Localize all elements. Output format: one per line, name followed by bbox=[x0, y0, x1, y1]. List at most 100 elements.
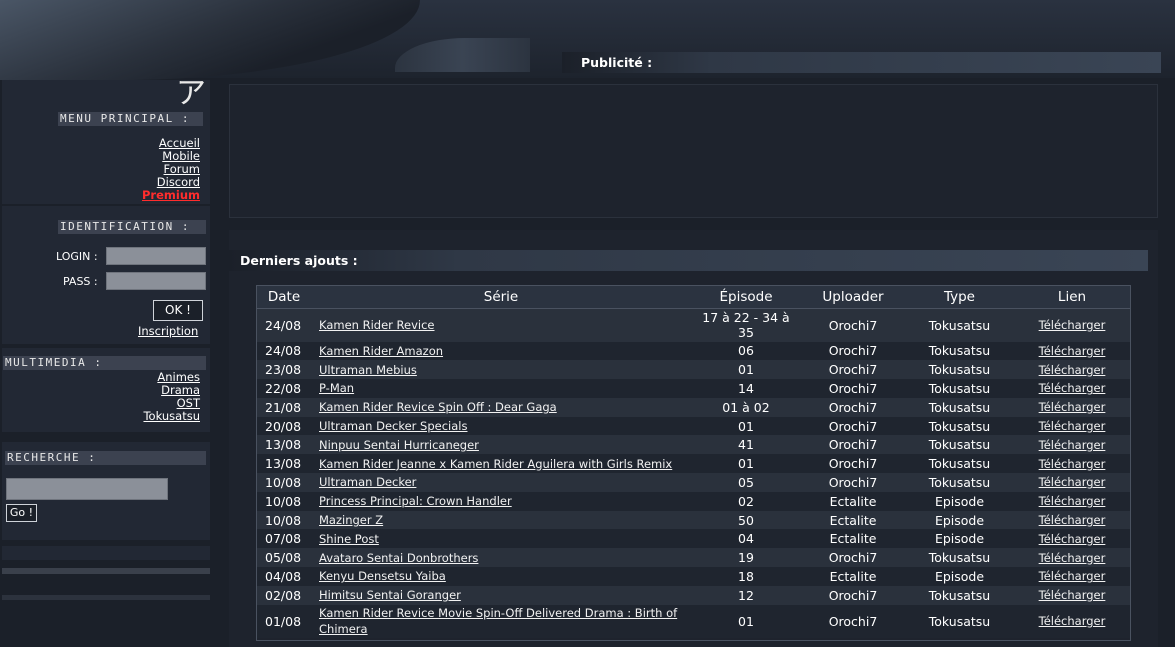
download-link[interactable]: Télécharger bbox=[1039, 363, 1106, 377]
serie-link[interactable]: Kamen Rider Revice Spin Off : Dear Gaga bbox=[319, 400, 557, 414]
cell-date: 10/08 bbox=[257, 473, 311, 492]
cell-serie: Ultraman Mebius bbox=[311, 360, 691, 380]
serie-link[interactable]: Kamen Rider Jeanne x Kamen Rider Aguiler… bbox=[319, 457, 672, 471]
cell-date: 02/08 bbox=[257, 585, 311, 605]
download-link[interactable]: Télécharger bbox=[1039, 419, 1106, 433]
cell-type: Tokusatsu bbox=[905, 454, 1014, 474]
cell-episode: 06 bbox=[691, 341, 801, 361]
cell-type: Tokusatsu bbox=[905, 585, 1014, 605]
download-link[interactable]: Télécharger bbox=[1039, 551, 1106, 565]
serie-link[interactable]: Ultraman Decker Specials bbox=[319, 419, 467, 433]
download-link[interactable]: Télécharger bbox=[1039, 438, 1106, 452]
cell-episode: 01 bbox=[691, 360, 801, 380]
cell-serie: Mazinger Z bbox=[311, 510, 691, 530]
download-link[interactable]: Télécharger bbox=[1039, 381, 1106, 395]
cell-lien: Télécharger bbox=[1014, 548, 1130, 568]
ok-button[interactable]: OK ! bbox=[153, 300, 203, 321]
search-input[interactable] bbox=[6, 478, 168, 500]
login-title: IDENTIFICATION : bbox=[58, 220, 206, 234]
cell-date: 04/08 bbox=[257, 567, 311, 586]
download-link[interactable]: Télécharger bbox=[1039, 588, 1106, 602]
col-header-episode: Épisode bbox=[691, 286, 801, 309]
cell-uploader: Orochi7 bbox=[801, 585, 905, 605]
download-link[interactable]: Télécharger bbox=[1039, 344, 1106, 358]
latest-additions-table: Date Série Épisode Uploader Type Lien 24… bbox=[256, 285, 1131, 641]
cell-lien: Télécharger bbox=[1014, 360, 1130, 380]
cell-lien: Télécharger bbox=[1014, 473, 1130, 492]
cell-serie: Kamen Rider Jeanne x Kamen Rider Aguiler… bbox=[311, 454, 691, 474]
cell-type: Episode bbox=[905, 510, 1014, 530]
serie-link[interactable]: Princess Principal: Crown Handler bbox=[319, 494, 512, 508]
serie-link[interactable]: Kamen Rider Revice bbox=[319, 318, 435, 332]
cell-type: Tokusatsu bbox=[905, 308, 1014, 342]
cell-uploader: Orochi7 bbox=[801, 604, 905, 638]
serie-link[interactable]: Kamen Rider Amazon bbox=[319, 344, 443, 358]
cell-lien: Télécharger bbox=[1014, 491, 1130, 511]
cell-type: Tokusatsu bbox=[905, 379, 1014, 398]
cell-episode: 12 bbox=[691, 585, 801, 605]
cell-serie: Avataro Sentai Donbrothers bbox=[311, 548, 691, 568]
cell-date: 01/08 bbox=[257, 604, 311, 638]
download-link[interactable]: Télécharger bbox=[1039, 494, 1106, 508]
cell-date: 13/08 bbox=[257, 435, 311, 455]
serie-link[interactable]: Ultraman Decker bbox=[319, 475, 416, 489]
table-row: 10/08 Ultraman Decker 05 Orochi7 Tokusatsu Té… bbox=[257, 473, 1130, 492]
table-row: 07/08 Shine Post 04 Ectalite Episode Téléchar… bbox=[257, 529, 1130, 549]
download-link[interactable]: Télécharger bbox=[1039, 475, 1106, 489]
search-go-button[interactable]: Go ! bbox=[6, 504, 37, 522]
latest-title-bar: Derniers ajouts : bbox=[229, 250, 1148, 271]
cell-date: 07/08 bbox=[257, 529, 311, 549]
cell-date: 23/08 bbox=[257, 360, 311, 380]
download-link[interactable]: Télécharger bbox=[1039, 400, 1106, 414]
cell-type: Tokusatsu bbox=[905, 548, 1014, 568]
table-row: 02/08 Himitsu Sentai Goranger 12 Orochi7 Tok… bbox=[257, 585, 1130, 605]
serie-link[interactable]: Himitsu Sentai Goranger bbox=[319, 588, 461, 602]
table-row: 04/08 Kenyu Densetsu Yaiba 18 Ectalite Episo… bbox=[257, 567, 1130, 586]
serie-link[interactable]: Kenyu Densetsu Yaiba bbox=[319, 569, 446, 583]
cell-uploader: Ectalite bbox=[801, 491, 905, 511]
cell-type: Episode bbox=[905, 567, 1014, 586]
col-header-serie: Série bbox=[311, 286, 691, 309]
table-row: 13/08 Ninpuu Sentai Hurricaneger 41 Orochi7… bbox=[257, 435, 1130, 455]
download-link[interactable]: Télécharger bbox=[1039, 457, 1106, 471]
table-row: 23/08 Ultraman Mebius 01 Orochi7 Tokusatsu Té… bbox=[257, 360, 1130, 380]
table-row: 20/08 Ultraman Decker Specials 01 Orochi7 To… bbox=[257, 416, 1130, 436]
cell-serie: Kamen Rider Revice Movie Spin-Off Delive… bbox=[311, 604, 691, 638]
serie-link[interactable]: Ninpuu Sentai Hurricaneger bbox=[319, 438, 479, 452]
ad-title: Publicité : bbox=[581, 55, 653, 70]
download-link[interactable]: Télécharger bbox=[1039, 569, 1106, 583]
cell-lien: Télécharger bbox=[1014, 308, 1130, 342]
serie-link[interactable]: Shine Post bbox=[319, 532, 379, 546]
cell-serie: Princess Principal: Crown Handler bbox=[311, 491, 691, 511]
cell-uploader: Ectalite bbox=[801, 567, 905, 586]
cell-lien: Télécharger bbox=[1014, 341, 1130, 361]
download-link[interactable]: Télécharger bbox=[1039, 318, 1106, 332]
serie-link[interactable]: Mazinger Z bbox=[319, 513, 383, 527]
site-logo[interactable]: ア bbox=[176, 78, 206, 110]
table-row: 24/08 Kamen Rider Amazon 06 Orochi7 Tokusats… bbox=[257, 341, 1130, 361]
sidebar-divider bbox=[2, 595, 210, 600]
login-input[interactable] bbox=[106, 247, 206, 265]
cell-date: 24/08 bbox=[257, 308, 311, 342]
download-link[interactable]: Télécharger bbox=[1039, 513, 1106, 527]
cell-date: 22/08 bbox=[257, 379, 311, 398]
cell-date: 24/08 bbox=[257, 341, 311, 361]
multimedia-link-tokusatsu[interactable]: Tokusatsu bbox=[100, 410, 200, 423]
download-link[interactable]: Télécharger bbox=[1039, 532, 1106, 546]
serie-link[interactable]: Avataro Sentai Donbrothers bbox=[319, 551, 478, 565]
search-title: RECHERCHE : bbox=[5, 451, 206, 465]
cell-episode: 05 bbox=[691, 473, 801, 492]
download-link[interactable]: Télécharger bbox=[1039, 614, 1106, 628]
register-link[interactable]: Inscription bbox=[138, 324, 198, 338]
cell-serie: Ninpuu Sentai Hurricaneger bbox=[311, 435, 691, 455]
menu-link-premium[interactable]: Premium bbox=[100, 189, 200, 202]
cell-serie: Kamen Rider Revice Spin Off : Dear Gaga bbox=[311, 397, 691, 417]
menu-title: MENU PRINCIPAL : bbox=[58, 112, 203, 126]
table-row: 21/08 Kamen Rider Revice Spin Off : Dear … bbox=[257, 397, 1130, 417]
table-row: 13/08 Kamen Rider Jeanne x Kamen Rider Ag… bbox=[257, 454, 1130, 474]
cell-type: Tokusatsu bbox=[905, 397, 1014, 417]
serie-link[interactable]: P-Man bbox=[319, 381, 354, 395]
serie-link[interactable]: Ultraman Mebius bbox=[319, 363, 417, 377]
serie-link[interactable]: Kamen Rider Revice Movie Spin-Off Delive… bbox=[319, 606, 677, 636]
password-input[interactable] bbox=[106, 272, 206, 290]
